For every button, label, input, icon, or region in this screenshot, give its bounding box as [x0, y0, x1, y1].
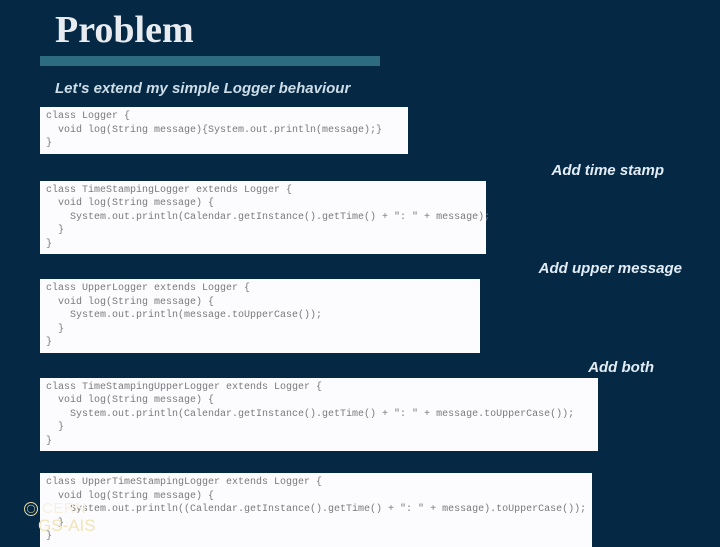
code-line: void log(String message) { [46, 490, 586, 504]
code-block-upper: class UpperLogger extends Logger { void … [40, 279, 480, 353]
code-block-timestamp-upper: class TimeStampingUpperLogger extends Lo… [40, 378, 598, 452]
code-line: class TimeStampingLogger extends Logger … [46, 184, 480, 198]
code-line: void log(String message){System.out.prin… [46, 124, 402, 138]
code-line: } [46, 435, 592, 449]
code-line: void log(String message) { [46, 197, 480, 211]
cern-logo-icon: ◯ [24, 502, 38, 516]
slide-title: Problem [55, 8, 720, 52]
code-line: } [46, 238, 480, 252]
annotation-timestamp: Add time stamp [0, 162, 664, 179]
code-line: void log(String message) { [46, 394, 592, 408]
code-line: System.out.println(Calendar.getInstance(… [46, 211, 480, 225]
gs-ais-label: GS-AIS [38, 516, 96, 536]
code-line: } [46, 517, 586, 531]
code-line: } [46, 530, 586, 544]
code-line: System.out.println(message.toUpperCase()… [46, 309, 474, 323]
code-line: System.out.println(Calendar.getInstance(… [46, 408, 592, 422]
code-line: } [46, 323, 474, 337]
code-line: class UpperLogger extends Logger { [46, 282, 474, 296]
code-line: } [46, 336, 474, 350]
code-line: class TimeStampingUpperLogger extends Lo… [46, 381, 592, 395]
cern-label: CERN [42, 500, 87, 517]
code-block-timestamp: class TimeStampingLogger extends Logger … [40, 181, 486, 255]
code-line: } [46, 224, 480, 238]
code-line: void log(String message) { [46, 296, 474, 310]
code-line: System.out.println((Calendar.getInstance… [46, 503, 586, 517]
annotation-both: Add both [0, 359, 654, 376]
code-line: } [46, 137, 402, 151]
title-rule [40, 56, 380, 66]
code-line: class UpperTimeStampingLogger extends Lo… [46, 476, 586, 490]
code-block-upper-timestamp: class UpperTimeStampingLogger extends Lo… [40, 473, 592, 547]
code-block-logger: class Logger { void log(String message){… [40, 107, 408, 154]
code-line: class Logger { [46, 110, 402, 124]
annotation-upper: Add upper message [0, 260, 682, 277]
slide-footer: ◯ CERN GS-AIS [24, 500, 96, 536]
intro-text: Let's extend my simple Logger behaviour [55, 80, 720, 97]
code-line: } [46, 421, 592, 435]
